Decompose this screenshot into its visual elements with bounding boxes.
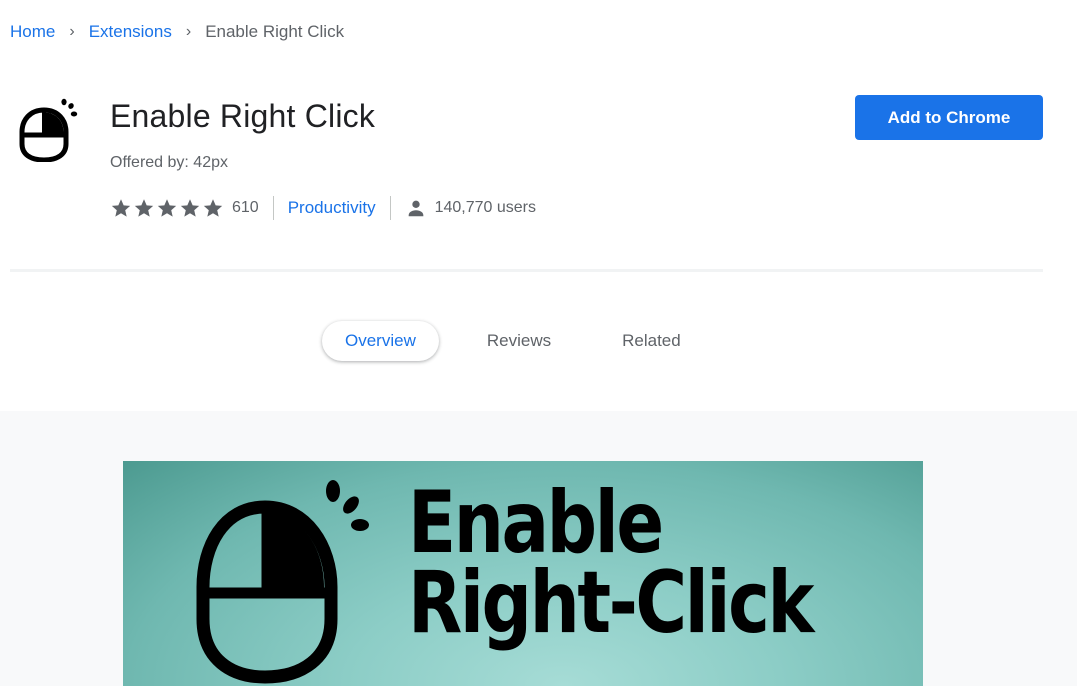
promo-image[interactable]: Enable Right-Click bbox=[123, 461, 923, 686]
star-icon bbox=[203, 199, 223, 217]
header-divider bbox=[10, 269, 1043, 272]
breadcrumb-current: Enable Right Click bbox=[205, 22, 345, 41]
mouse-right-click-icon bbox=[196, 480, 369, 684]
star-icon bbox=[180, 199, 200, 217]
promo-line-2: Right-Click bbox=[408, 553, 814, 653]
screenshot-gallery: Enable Right-Click bbox=[0, 411, 1077, 686]
tab-reviews[interactable]: Reviews bbox=[464, 321, 574, 361]
tab-bar: Overview Reviews Related bbox=[322, 320, 729, 362]
breadcrumb-extensions-link[interactable]: Extensions bbox=[89, 22, 172, 42]
promo-text: Enable Right-Click bbox=[408, 473, 814, 653]
breadcrumb-home-link[interactable]: Home bbox=[10, 22, 55, 42]
rating-count[interactable]: 610 bbox=[232, 199, 259, 217]
breadcrumb: Home › Extensions › Enable Right Click bbox=[10, 20, 344, 44]
mouse-right-click-icon bbox=[19, 98, 78, 162]
extension-meta: 610 Productivity 140,770 users bbox=[110, 196, 536, 220]
person-icon bbox=[408, 200, 423, 217]
tab-related[interactable]: Related bbox=[599, 321, 704, 361]
star-icon bbox=[157, 199, 177, 217]
extension-header: Enable Right Click Offered by: 42px 610 … bbox=[0, 90, 1077, 230]
promo-line-1: Enable bbox=[408, 473, 664, 573]
rating-stars[interactable] bbox=[110, 197, 224, 219]
offered-by: Offered by: 42px bbox=[110, 154, 228, 171]
category-link[interactable]: Productivity bbox=[288, 198, 376, 218]
extension-title: Enable Right Click bbox=[110, 98, 376, 134]
tab-overview[interactable]: Overview bbox=[322, 321, 439, 361]
divider bbox=[272, 196, 274, 220]
star-icon bbox=[111, 199, 131, 217]
divider bbox=[389, 196, 391, 220]
star-icon bbox=[134, 199, 154, 217]
add-to-chrome-button[interactable]: Add to Chrome bbox=[855, 95, 1043, 140]
user-count: 140,770 users bbox=[434, 199, 536, 216]
chevron-right-icon: › bbox=[185, 23, 192, 40]
chevron-right-icon: › bbox=[69, 23, 75, 40]
